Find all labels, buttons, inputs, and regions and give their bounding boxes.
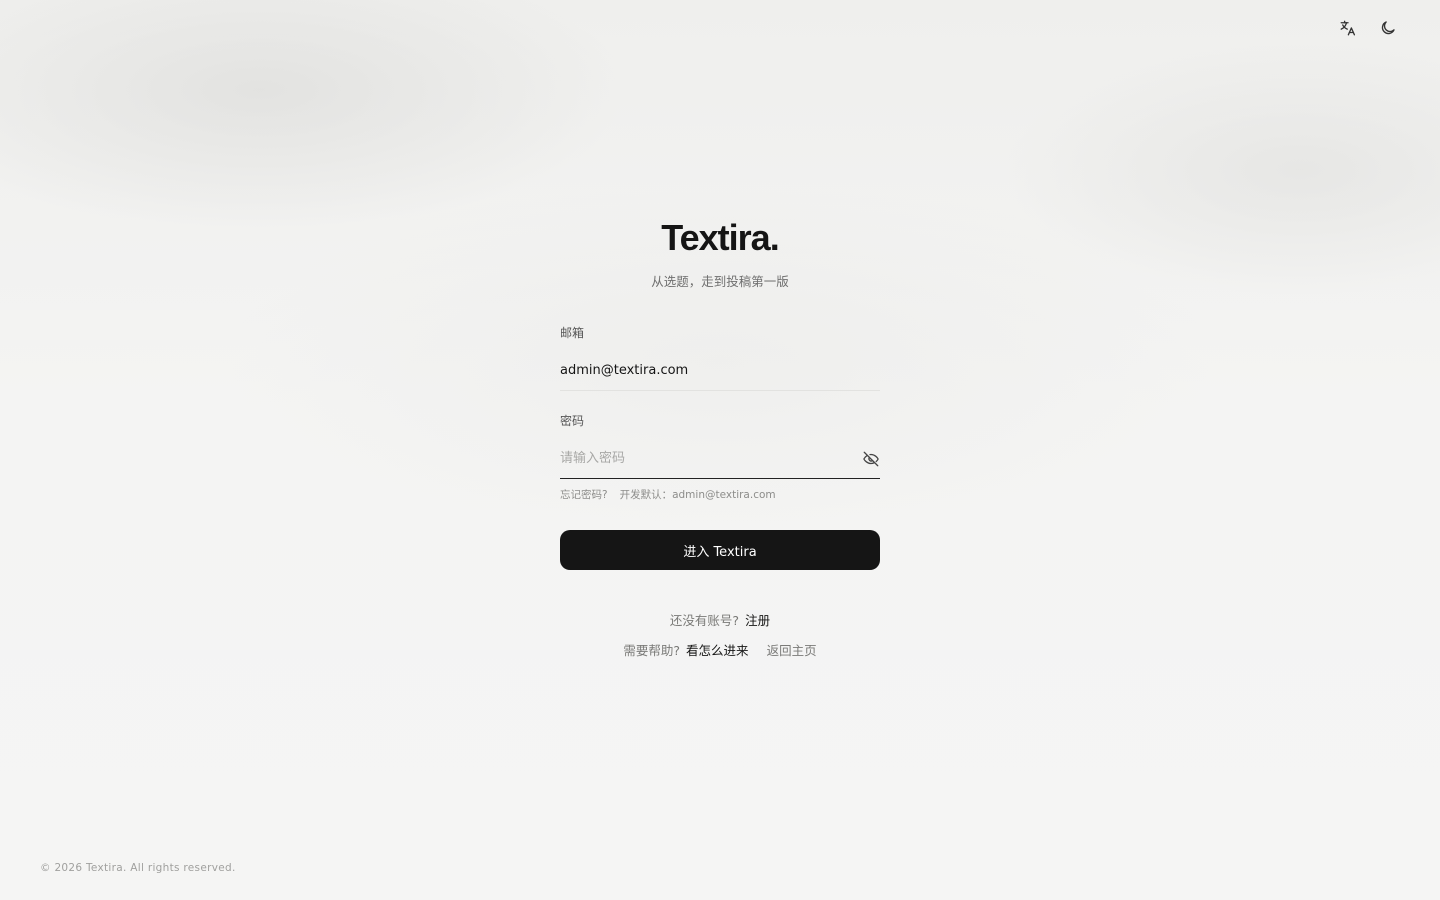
password-input[interactable] [560, 438, 880, 479]
help-row: 需要帮助? 看怎么进来 返回主页 [560, 642, 880, 660]
back-home-link[interactable]: 返回主页 [767, 643, 817, 658]
email-label: 邮箱 [560, 326, 585, 340]
dev-default-hint: 开发默认：admin@textira.com [619, 489, 776, 501]
tagline: 从选题，走到投稿第一版 [651, 274, 789, 289]
password-field-group: 密码 忘记密码? 开发默认：admin@textira.com [560, 413, 880, 502]
eye-off-icon[interactable] [862, 450, 880, 468]
footer-copyright: © 2026 Textira. All rights reserved. [40, 862, 236, 874]
email-input-row [560, 350, 880, 391]
top-controls [1336, 16, 1400, 40]
help-text: 需要帮助? [623, 643, 681, 658]
brand-logo: Textira. [560, 216, 880, 260]
brand-name: Textira [661, 217, 770, 258]
submit-button[interactable]: 进入 Textira [560, 530, 880, 570]
brand-dot: . [769, 217, 780, 258]
login-panel: Textira. 从选题，走到投稿第一版 邮箱 密码 忘记密码? 开发默认：ad… [560, 216, 880, 660]
register-link[interactable]: 注册 [745, 613, 770, 628]
how-to-enter-link[interactable]: 看怎么进来 [686, 643, 749, 658]
translate-icon[interactable] [1336, 16, 1360, 40]
email-input[interactable] [560, 350, 880, 391]
email-field-group: 邮箱 [560, 325, 880, 391]
password-hints: 忘记密码? 开发默认：admin@textira.com [560, 488, 880, 502]
moon-icon[interactable] [1376, 16, 1400, 40]
forgot-password-link[interactable]: 忘记密码? [560, 488, 608, 502]
register-row: 还没有账号? 注册 [560, 612, 880, 630]
password-label: 密码 [560, 414, 585, 428]
password-input-row [560, 438, 880, 479]
no-account-text: 还没有账号? [669, 613, 740, 628]
